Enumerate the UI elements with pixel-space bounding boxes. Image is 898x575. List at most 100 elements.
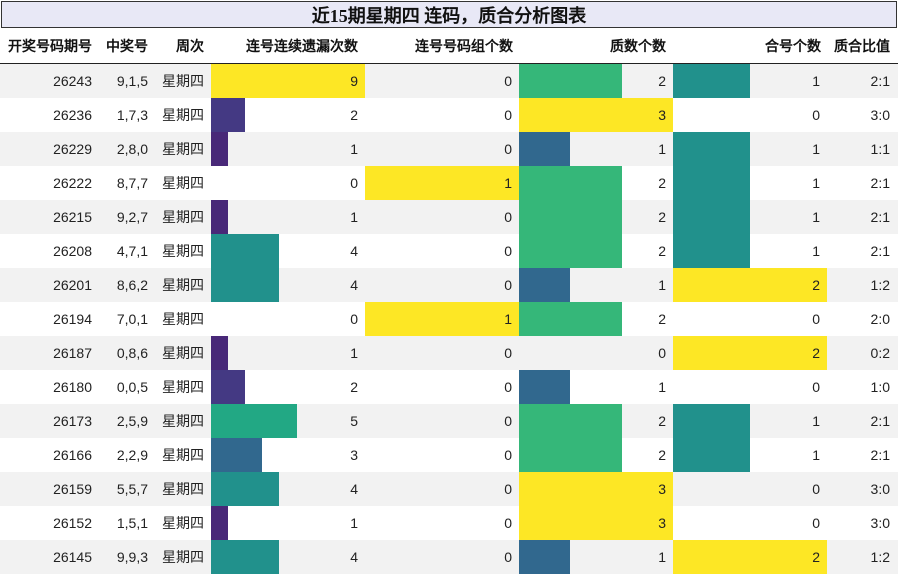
table-row: 26152 1,5,1 星期四 1 0 3 0 3:0 — [0, 506, 898, 540]
cell-numbers: 4,7,1 — [116, 243, 148, 259]
table-row: 26166 2,2,9 星期四 3 0 2 1 2:1 — [0, 438, 898, 472]
cell-issue: 26166 — [53, 447, 92, 463]
cell-issue: 26194 — [53, 311, 92, 327]
cell-numbers: 9,9,3 — [116, 549, 148, 565]
cell-miss: 4 — [350, 549, 358, 565]
cell-prime: 1 — [658, 141, 666, 157]
table-row: 26215 9,2,7 星期四 1 0 2 1 2:1 — [0, 200, 898, 234]
cell-numbers: 0,0,5 — [116, 379, 148, 395]
table-row: 26243 9,1,5 星期四 9 0 2 1 2:1 — [0, 64, 898, 98]
cell-weekday: 星期四 — [162, 175, 204, 191]
cell-prime: 2 — [658, 447, 666, 463]
cell-issue: 26187 — [53, 345, 92, 361]
cell-prime: 3 — [658, 515, 666, 531]
table-row: 26180 0,0,5 星期四 2 0 1 0 1:0 — [0, 370, 898, 404]
cell-miss: 3 — [350, 447, 358, 463]
cell-prime: 2 — [658, 209, 666, 225]
cell-ratio: 1:2 — [870, 277, 890, 293]
header-ratio: 质合比值 — [834, 38, 890, 54]
cell-weekday: 星期四 — [162, 277, 204, 293]
cell-ratio: 1:2 — [870, 549, 890, 565]
header-consecutive-groups: 连号号码组个数 — [415, 38, 513, 54]
cell-groups: 0 — [504, 243, 512, 259]
cell-ratio: 2:1 — [870, 209, 890, 225]
cell-issue: 26152 — [53, 515, 92, 531]
cell-groups: 0 — [504, 481, 512, 497]
cell-miss: 4 — [350, 243, 358, 259]
cell-ratio: 2:1 — [870, 175, 890, 191]
cell-prime: 2 — [658, 73, 666, 89]
cell-miss: 2 — [350, 379, 358, 395]
table-header: 开奖号码期号 中奖号 周次 连号连续遗漏次数 连号号码组个数 质数个数 合号个数… — [0, 29, 898, 64]
cell-composite: 1 — [812, 243, 820, 259]
cell-composite: 0 — [812, 379, 820, 395]
cell-miss: 1 — [350, 141, 358, 157]
header-numbers: 中奖号 — [106, 38, 148, 54]
cell-groups: 1 — [504, 311, 512, 327]
cell-issue: 26201 — [53, 277, 92, 293]
table-row: 26194 7,0,1 星期四 0 1 2 0 2:0 — [0, 302, 898, 336]
table-row: 26145 9,9,3 星期四 4 0 1 2 1:2 — [0, 540, 898, 574]
cell-groups: 0 — [504, 107, 512, 123]
cell-prime: 2 — [658, 175, 666, 191]
cell-miss: 1 — [350, 515, 358, 531]
cell-weekday: 星期四 — [162, 141, 204, 157]
table-row: 26159 5,5,7 星期四 4 0 3 0 3:0 — [0, 472, 898, 506]
table-row: 26208 4,7,1 星期四 4 0 2 1 2:1 — [0, 234, 898, 268]
cell-miss: 9 — [350, 73, 358, 89]
cell-issue: 26145 — [53, 549, 92, 565]
cell-composite: 2 — [812, 277, 820, 293]
cell-miss: 1 — [350, 345, 358, 361]
cell-numbers: 0,8,6 — [116, 345, 148, 361]
cell-composite: 1 — [812, 413, 820, 429]
cell-numbers: 7,0,1 — [116, 311, 148, 327]
header-composite-count: 合号个数 — [765, 38, 821, 54]
cell-ratio: 1:0 — [870, 379, 890, 395]
cell-prime: 3 — [658, 481, 666, 497]
cell-weekday: 星期四 — [162, 345, 204, 361]
cell-miss: 5 — [350, 413, 358, 429]
cell-prime: 1 — [658, 277, 666, 293]
cell-composite: 0 — [812, 311, 820, 327]
cell-prime: 0 — [658, 345, 666, 361]
cell-weekday: 星期四 — [162, 515, 204, 531]
cell-issue: 26159 — [53, 481, 92, 497]
cell-groups: 0 — [504, 277, 512, 293]
cell-numbers: 8,6,2 — [116, 277, 148, 293]
cell-issue: 26222 — [53, 175, 92, 191]
cell-issue: 26229 — [53, 141, 92, 157]
cell-composite: 1 — [812, 175, 820, 191]
header-consecutive-miss: 连号连续遗漏次数 — [246, 38, 358, 54]
cell-issue: 26173 — [53, 413, 92, 429]
table-row: 26201 8,6,2 星期四 4 0 1 2 1:2 — [0, 268, 898, 302]
cell-weekday: 星期四 — [162, 73, 204, 89]
cell-issue: 26243 — [53, 73, 92, 89]
cell-groups: 0 — [504, 345, 512, 361]
cell-numbers: 9,1,5 — [116, 73, 148, 89]
cell-ratio: 3:0 — [870, 481, 890, 497]
cell-groups: 0 — [504, 209, 512, 225]
cell-weekday: 星期四 — [162, 243, 204, 259]
cell-groups: 1 — [504, 175, 512, 191]
cell-composite: 1 — [812, 447, 820, 463]
cell-prime: 2 — [658, 413, 666, 429]
cell-ratio: 2:1 — [870, 73, 890, 89]
cell-issue: 26236 — [53, 107, 92, 123]
cell-numbers: 1,7,3 — [116, 107, 148, 123]
cell-numbers: 2,2,9 — [116, 447, 148, 463]
cell-miss: 1 — [350, 209, 358, 225]
cell-ratio: 2:1 — [870, 447, 890, 463]
cell-weekday: 星期四 — [162, 413, 204, 429]
cell-weekday: 星期四 — [162, 379, 204, 395]
cell-numbers: 1,5,1 — [116, 515, 148, 531]
cell-prime: 1 — [658, 549, 666, 565]
cell-composite: 2 — [812, 549, 820, 565]
cell-prime: 3 — [658, 107, 666, 123]
cell-issue: 26215 — [53, 209, 92, 225]
cell-ratio: 3:0 — [870, 107, 890, 123]
cell-prime: 2 — [658, 243, 666, 259]
table-row: 26222 8,7,7 星期四 0 1 2 1 2:1 — [0, 166, 898, 200]
header-prime-count: 质数个数 — [610, 38, 666, 54]
cell-weekday: 星期四 — [162, 447, 204, 463]
cell-ratio: 2:0 — [870, 311, 890, 327]
